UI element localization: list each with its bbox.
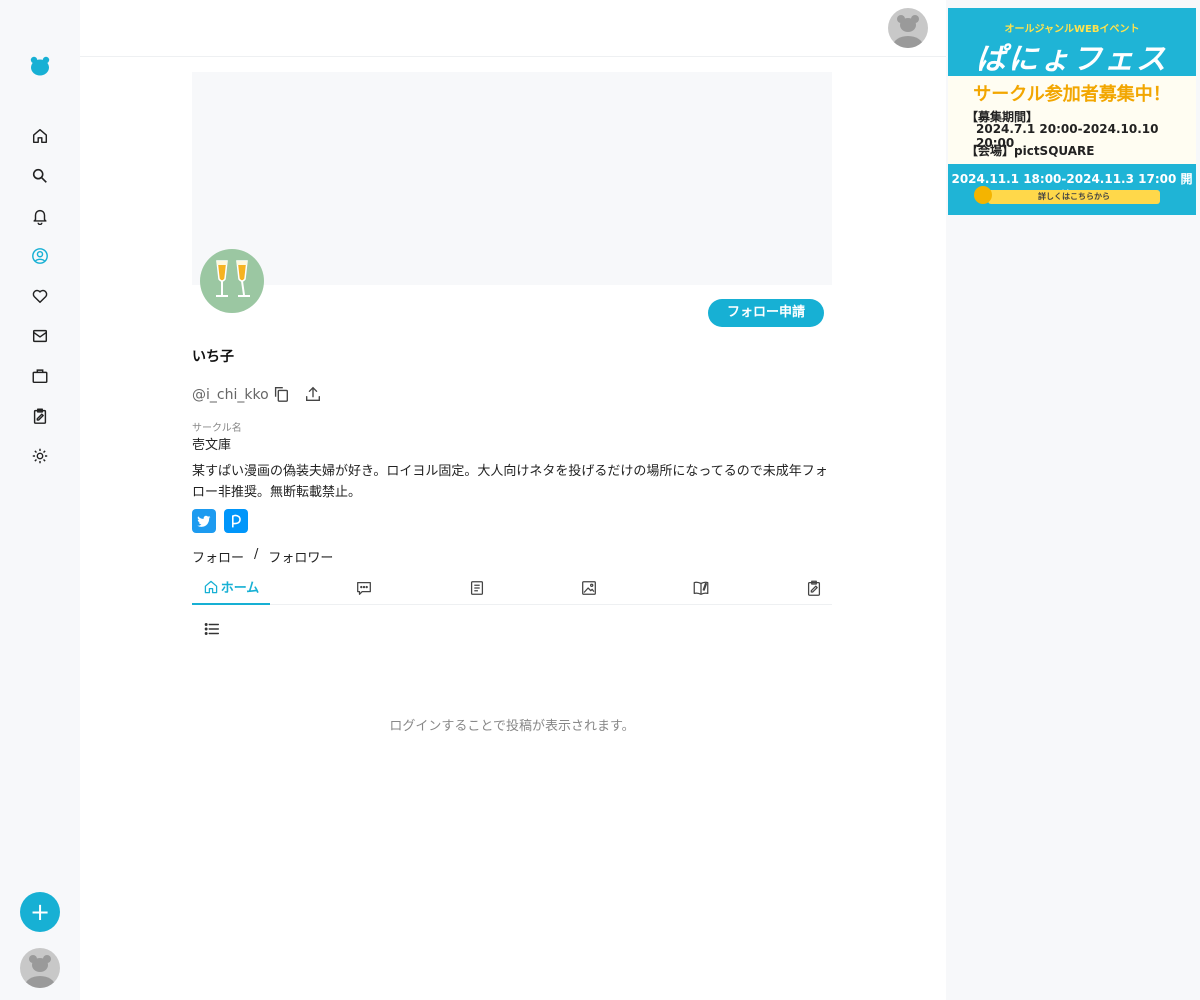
cover-image [192,72,832,285]
image-icon [582,580,596,595]
pixiv-icon [232,514,241,528]
bear-avatar-icon [893,15,923,48]
profile-handle: @i_chi_kko [192,387,269,403]
follow-request-button[interactable]: フォロー申請 [708,299,824,327]
sidebar-item-settings[interactable] [28,444,52,468]
sidebar-item-works[interactable] [28,364,52,388]
twitter-link[interactable] [192,509,216,533]
empty-feed-message: ログインすることで投稿が表示されます。 [389,719,635,734]
tab-home-label: ホーム [220,581,260,596]
share-icon[interactable] [304,385,322,403]
sidebar-item-notifications[interactable] [28,204,52,228]
header [80,0,946,57]
pixiv-link[interactable] [224,509,248,533]
followers-link[interactable]: フォロワー [268,547,333,566]
mail-icon [32,329,48,343]
tab-images[interactable] [569,570,609,605]
twitter-icon [197,515,211,527]
champagne-glasses-icon [216,260,250,297]
banner-venue: 【会場】pictSQUARE [966,144,1095,158]
follow-separator: / [254,547,259,562]
plus-icon: + [29,898,51,926]
gear-icon [32,448,48,464]
following-link[interactable]: フォロー [192,547,244,566]
event-banner-ad[interactable]: オールジャンルWEBイベント ぱにょフェス サークル参加者募集中！ 【募集期間】… [948,8,1196,215]
profile-avatar[interactable] [200,249,264,313]
bear-logo-icon[interactable] [30,56,50,76]
sidebar-item-clips[interactable] [28,404,52,428]
sidebar-item-messages[interactable] [28,324,52,348]
new-post-button[interactable]: + [20,892,60,932]
circle-label: サークル名 [192,423,242,434]
sidebar-item-profile[interactable] [28,244,52,268]
avatar[interactable] [20,948,60,988]
tab-books[interactable] [681,570,721,605]
search-icon [32,168,47,183]
bear-avatar-icon [25,955,55,988]
tab-clips[interactable] [794,570,834,605]
right-column: オールジャンルWEBイベント ぱにょフェス サークル参加者募集中！ 【募集期間】… [946,0,1200,1000]
follow-counts: フォロー / フォロワー [192,547,333,566]
home-icon [204,580,217,593]
comment-icon [357,581,371,595]
sidebar-item-search[interactable] [28,164,52,188]
bell-icon [33,209,47,225]
heart-icon [32,289,48,304]
list-view-icon[interactable] [203,620,221,638]
briefcase-icon [32,369,48,384]
circle-name: 壱文庫 [192,438,232,453]
profile-name: いち子 [192,349,234,365]
profile-tabs: ホーム [192,570,832,605]
banner-details-button[interactable]: 詳しくはこちらから [988,190,1160,204]
profile-bio: 某すぱい漫画の偽装夫婦が好き。ロイヨル固定。大人向けネタを投げるだけの場所になっ… [192,464,828,500]
banner-recruit: サークル参加者募集中！ [973,84,1171,105]
header-avatar[interactable] [888,8,928,48]
tab-text[interactable] [457,570,497,605]
sidebar: + [0,0,80,1000]
clipboard-icon [33,408,47,424]
home-icon [32,128,48,144]
copy-icon[interactable] [272,385,290,403]
sidebar-item-likes[interactable] [28,284,52,308]
banner-title: ぱにょフェス [976,42,1168,77]
bear-mascot-icon [974,186,992,204]
tab-comments[interactable] [344,570,384,605]
user-circle-icon [32,248,48,264]
document-icon [470,580,484,595]
sidebar-item-home[interactable] [28,124,52,148]
clipboard-icon [807,580,821,596]
tab-home[interactable]: ホーム [192,570,270,605]
book-icon [693,581,709,595]
banner-kicker: オールジャンルWEBイベント [1004,24,1140,35]
